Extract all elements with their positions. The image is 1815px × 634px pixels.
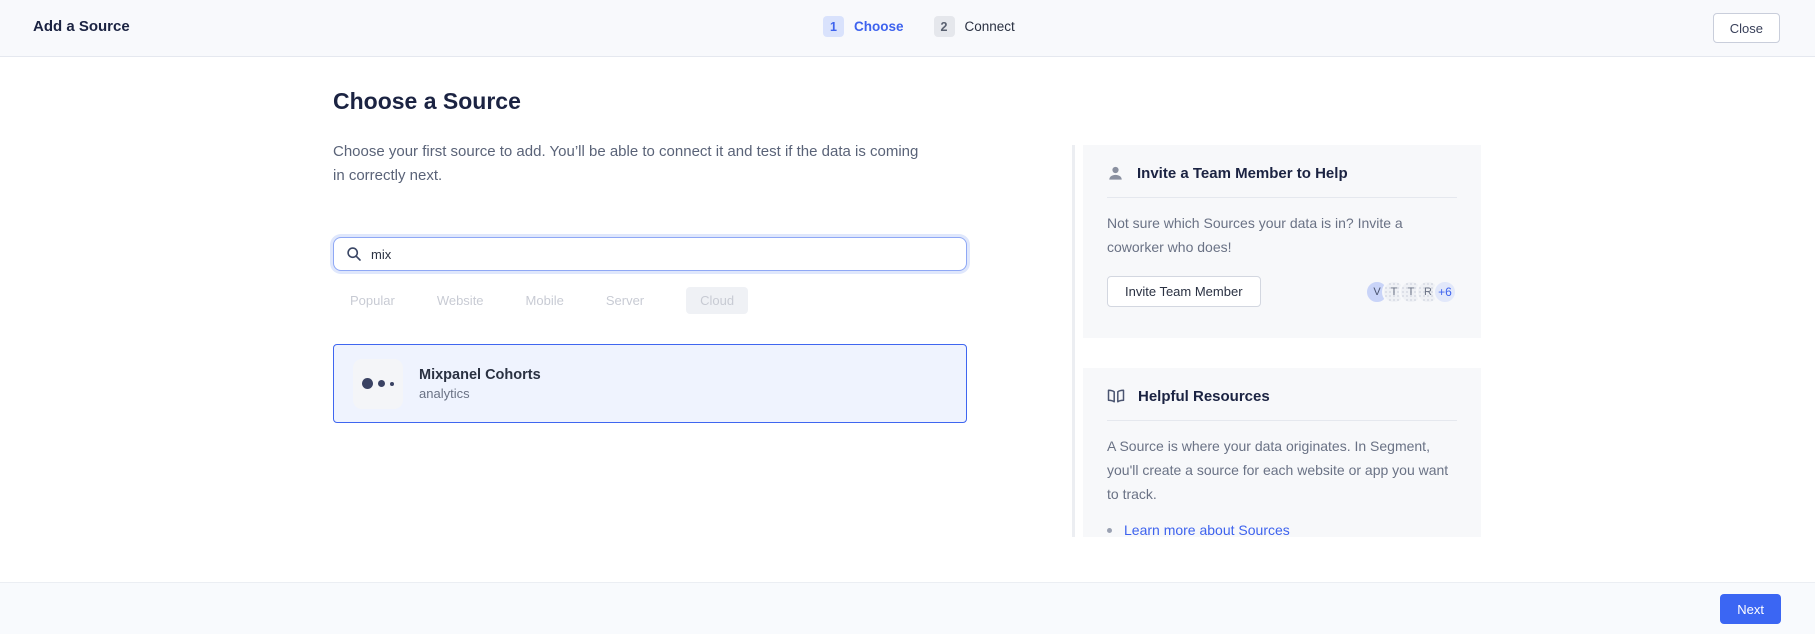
resources-card-body: A Source is where your data originates. … — [1107, 434, 1457, 506]
category-tabs: Popular Website Mobile Server Cloud — [350, 287, 748, 314]
helpful-resources-card: Helpful Resources A Source is where your… — [1083, 368, 1481, 537]
avatar-overflow-count: +6 — [1433, 280, 1457, 304]
page-heading: Choose a Source — [333, 88, 521, 115]
resource-list-item: Learn more about Sources — [1107, 522, 1457, 537]
next-button[interactable]: Next — [1720, 594, 1781, 624]
page-title: Add a Source — [33, 18, 130, 35]
top-bar: Add a Source 1 Choose 2 Connect Close — [0, 0, 1815, 57]
search-input[interactable] — [371, 247, 954, 262]
open-book-icon — [1107, 388, 1125, 404]
step-number-badge: 1 — [823, 16, 844, 37]
step-connect[interactable]: 2 Connect — [934, 16, 1015, 37]
tab-website[interactable]: Website — [437, 293, 484, 308]
divider — [1107, 197, 1457, 198]
tab-cloud[interactable]: Cloud — [686, 287, 748, 314]
invite-team-member-card: Invite a Team Member to Help Not sure wh… — [1083, 145, 1481, 338]
close-button[interactable]: Close — [1713, 13, 1780, 43]
source-info: Mixpanel Cohorts analytics — [419, 367, 541, 401]
person-icon — [1107, 165, 1124, 182]
page-description: Choose your first source to add. You’ll … — [333, 140, 933, 188]
search-icon — [346, 246, 362, 262]
source-name: Mixpanel Cohorts — [419, 367, 541, 383]
invite-team-member-button[interactable]: Invite Team Member — [1107, 276, 1261, 307]
sidebar-divider — [1072, 145, 1075, 537]
source-category: analytics — [419, 386, 541, 401]
bullet-icon — [1107, 528, 1112, 533]
step-number-badge: 2 — [934, 16, 955, 37]
tab-server[interactable]: Server — [606, 293, 644, 308]
learn-more-sources-link[interactable]: Learn more about Sources — [1124, 522, 1290, 537]
mixpanel-logo-icon — [353, 359, 403, 409]
step-label: Connect — [965, 19, 1015, 34]
divider — [1107, 420, 1457, 421]
step-choose[interactable]: 1 Choose — [823, 16, 904, 37]
source-search[interactable] — [333, 237, 967, 271]
source-result-mixpanel-cohorts[interactable]: Mixpanel Cohorts analytics — [333, 344, 967, 423]
bottom-action-bar: Next — [0, 582, 1815, 634]
stepper: 1 Choose 2 Connect — [823, 16, 1015, 37]
resources-card-title: Helpful Resources — [1138, 388, 1270, 405]
tab-mobile[interactable]: Mobile — [526, 293, 564, 308]
tab-popular[interactable]: Popular — [350, 293, 395, 308]
step-label: Choose — [854, 19, 904, 34]
team-avatar-stack: V T T R +6 — [1365, 280, 1457, 304]
invite-card-body: Not sure which Sources your data is in? … — [1107, 211, 1457, 259]
invite-card-title: Invite a Team Member to Help — [1137, 165, 1348, 182]
